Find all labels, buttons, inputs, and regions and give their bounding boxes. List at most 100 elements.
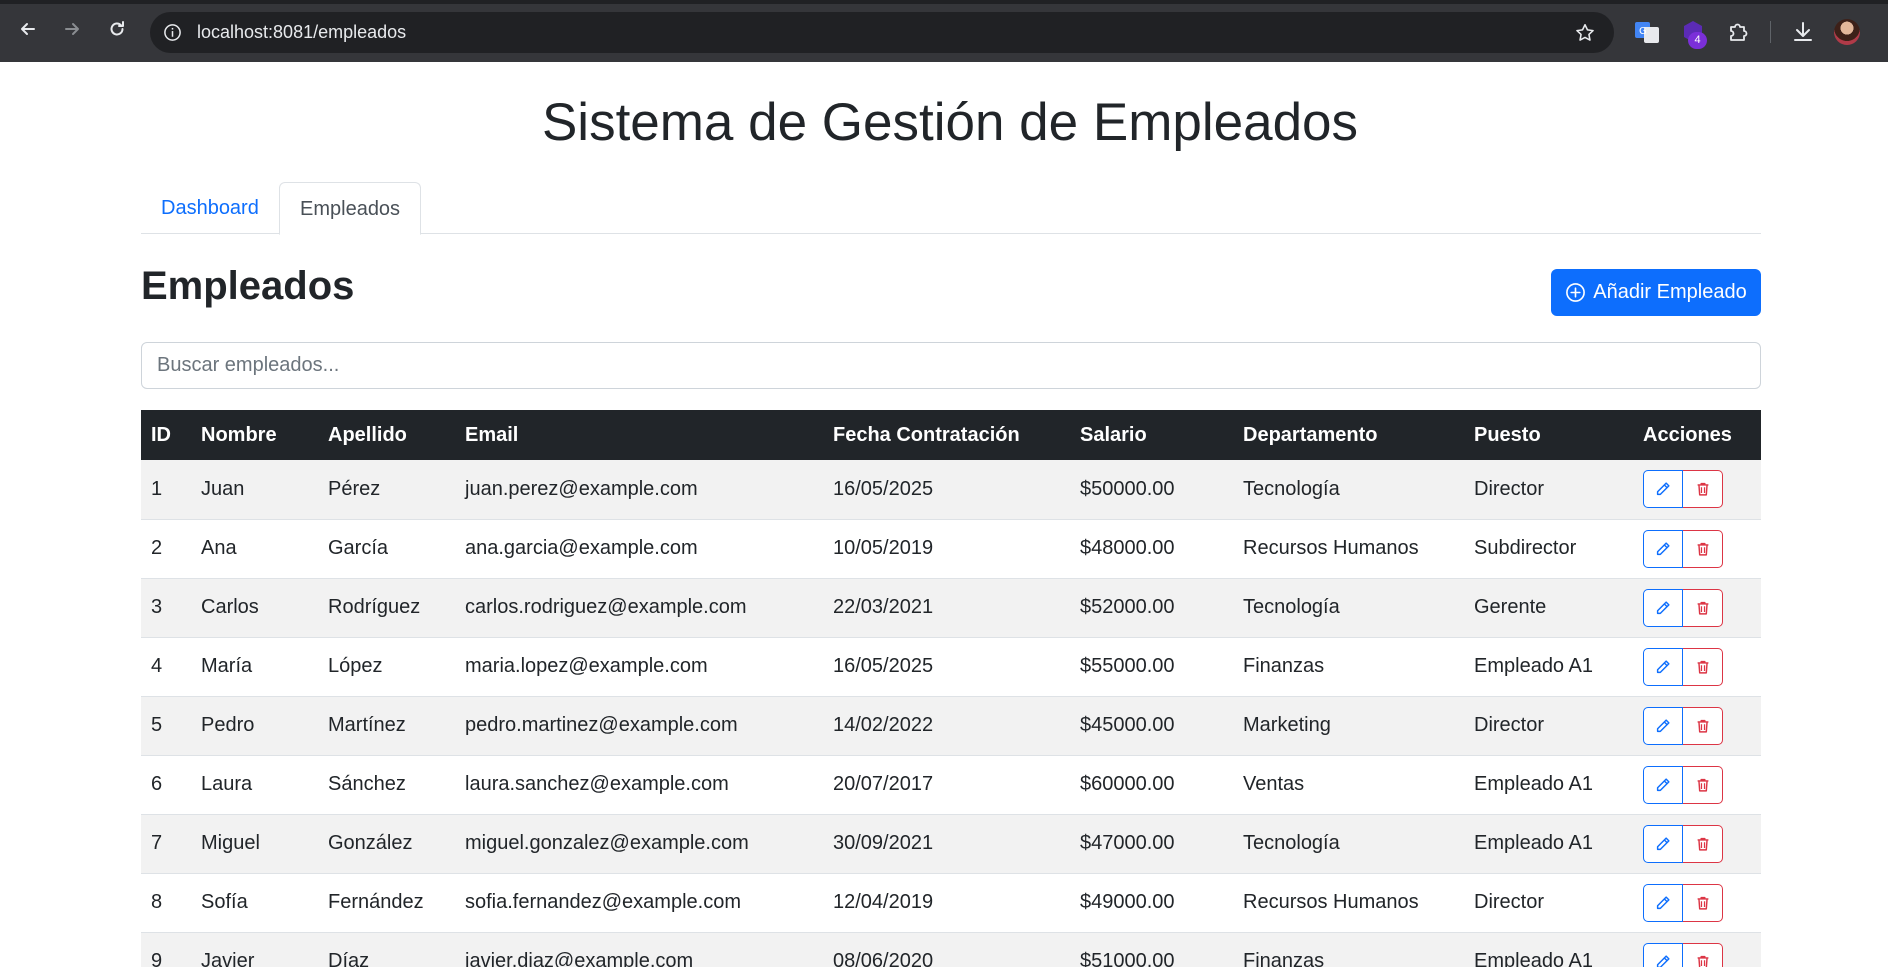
edit-button[interactable]: [1643, 883, 1683, 922]
cell-acciones: [1633, 578, 1761, 637]
cell-departamento: Tecnología: [1243, 477, 1340, 500]
row-actions: [1643, 706, 1751, 745]
cell-departamento: Recursos Humanos: [1243, 537, 1419, 559]
cell-email: sofia.fernandez@example.com: [465, 891, 741, 913]
cell-puesto: Empleado A1: [1474, 832, 1593, 854]
edit-button[interactable]: [1643, 765, 1683, 804]
pencil-icon: [1656, 482, 1670, 496]
cell-id: 5: [151, 714, 163, 736]
column-header: Departamento: [1243, 423, 1378, 446]
search-input[interactable]: [141, 342, 1761, 389]
page-title: Sistema de Gestión de Empleados: [541, 93, 1359, 152]
puzzle-extensions-icon[interactable]: [1726, 19, 1752, 45]
cell-id: 3: [151, 596, 163, 618]
translate-extension-icon[interactable]: G: [1634, 19, 1660, 45]
profile-avatar[interactable]: [1834, 19, 1860, 45]
table-row: 8 Sofía Fernández sofia.fernandez@exampl…: [141, 873, 1761, 932]
cell-departamento: Tecnología: [1243, 832, 1340, 854]
cell-email: laura.sanchez@example.com: [465, 773, 729, 795]
address-bar[interactable]: localhost:8081/empleados: [150, 12, 1614, 53]
edit-button[interactable]: [1643, 588, 1683, 627]
column-header: ID: [151, 423, 171, 446]
cell-apellido: González: [328, 832, 413, 854]
reload-button[interactable]: [103, 15, 131, 43]
column-header: Acciones: [1643, 423, 1732, 446]
cell-fecha: 22/03/2021: [833, 596, 934, 618]
cell-nombre: Carlos: [201, 596, 259, 618]
cell-acciones: [1633, 932, 1761, 967]
cell-departamento: Ventas: [1243, 773, 1305, 795]
cell-salario: $55000.00: [1080, 655, 1175, 677]
forward-button[interactable]: [58, 15, 86, 43]
cell-puesto: Empleado A1: [1474, 950, 1593, 967]
tab-empleados[interactable]: Empleados: [279, 182, 422, 235]
edit-button[interactable]: [1643, 706, 1683, 745]
cell-email: javier.diaz@example.com: [465, 950, 694, 967]
pencil-icon: [1656, 659, 1670, 673]
cell-salario: $50000.00: [1080, 477, 1175, 500]
delete-button[interactable]: [1683, 706, 1723, 745]
column-header: Apellido: [328, 423, 407, 446]
trash-icon: [1697, 778, 1708, 792]
cell-apellido: Martínez: [328, 714, 406, 736]
cell-salario: $49000.00: [1080, 891, 1175, 913]
tab-dashboard[interactable]: Dashboard: [141, 182, 279, 234]
cell-salario: $52000.00: [1080, 596, 1175, 618]
add-employee-label: Añadir Empleado: [1593, 281, 1747, 303]
cell-puesto: Director: [1474, 477, 1545, 500]
edit-button[interactable]: [1643, 647, 1683, 686]
cell-apellido: Fernández: [328, 891, 424, 913]
row-actions: [1643, 765, 1751, 804]
cell-fecha: 10/05/2019: [833, 537, 934, 559]
table-row: 7 Miguel González miguel.gonzalez@exampl…: [141, 814, 1761, 873]
cell-nombre: Juan: [201, 477, 245, 500]
edit-button[interactable]: [1643, 942, 1683, 967]
cell-apellido: García: [328, 537, 389, 559]
tab-strip: [0, 0, 1888, 4]
cell-id: 1: [151, 477, 163, 500]
column-header: Puesto: [1474, 423, 1541, 446]
trash-icon: [1697, 837, 1708, 851]
delete-button[interactable]: [1683, 529, 1723, 568]
delete-button[interactable]: [1683, 824, 1723, 863]
delete-button[interactable]: [1683, 647, 1723, 686]
edit-button[interactable]: [1643, 824, 1683, 863]
cell-apellido: Díaz: [328, 950, 370, 967]
delete-button[interactable]: [1683, 883, 1723, 922]
cell-id: 8: [151, 891, 163, 913]
cell-salario: $45000.00: [1080, 714, 1175, 736]
cell-puesto: Empleado A1: [1474, 655, 1593, 677]
cell-acciones: [1633, 873, 1761, 932]
cell-puesto: Gerente: [1474, 596, 1547, 618]
cell-email: miguel.gonzalez@example.com: [465, 832, 749, 854]
cell-apellido: Pérez: [328, 477, 381, 500]
download-icon[interactable]: [1790, 19, 1816, 45]
table-row: 1 Juan Pérez juan.perez@example.com 16/0…: [141, 460, 1761, 519]
bookmark-star-icon[interactable]: [1574, 22, 1596, 44]
delete-button[interactable]: [1683, 942, 1723, 967]
cell-apellido: López: [328, 655, 383, 677]
row-actions: [1643, 588, 1751, 627]
delete-button[interactable]: [1683, 765, 1723, 804]
edit-button[interactable]: [1643, 529, 1683, 568]
row-actions: [1643, 942, 1751, 967]
url-text[interactable]: localhost:8081/empleados: [197, 12, 406, 53]
back-button[interactable]: [14, 15, 42, 43]
cell-nombre: Miguel: [201, 832, 260, 854]
add-employee-button[interactable]: Añadir Empleado: [1551, 269, 1761, 316]
pencil-icon: [1656, 954, 1670, 967]
pencil-icon: [1656, 600, 1670, 614]
table-row: 4 María López maria.lopez@example.com 16…: [141, 637, 1761, 696]
cell-nombre: María: [201, 655, 253, 677]
cell-id: 2: [151, 537, 163, 559]
delete-button[interactable]: [1683, 588, 1723, 627]
cell-fecha: 14/02/2022: [833, 714, 934, 736]
cell-acciones: [1633, 696, 1761, 755]
browser-toolbar: localhost:8081/empleados G 4: [0, 0, 1888, 62]
info-icon[interactable]: [163, 23, 182, 42]
edit-button[interactable]: [1643, 470, 1683, 509]
nav-tabs: Dashboard Empleados: [141, 182, 1761, 235]
row-actions: [1643, 470, 1751, 509]
delete-button[interactable]: [1683, 470, 1723, 509]
plus-circle-icon: [1566, 283, 1586, 302]
